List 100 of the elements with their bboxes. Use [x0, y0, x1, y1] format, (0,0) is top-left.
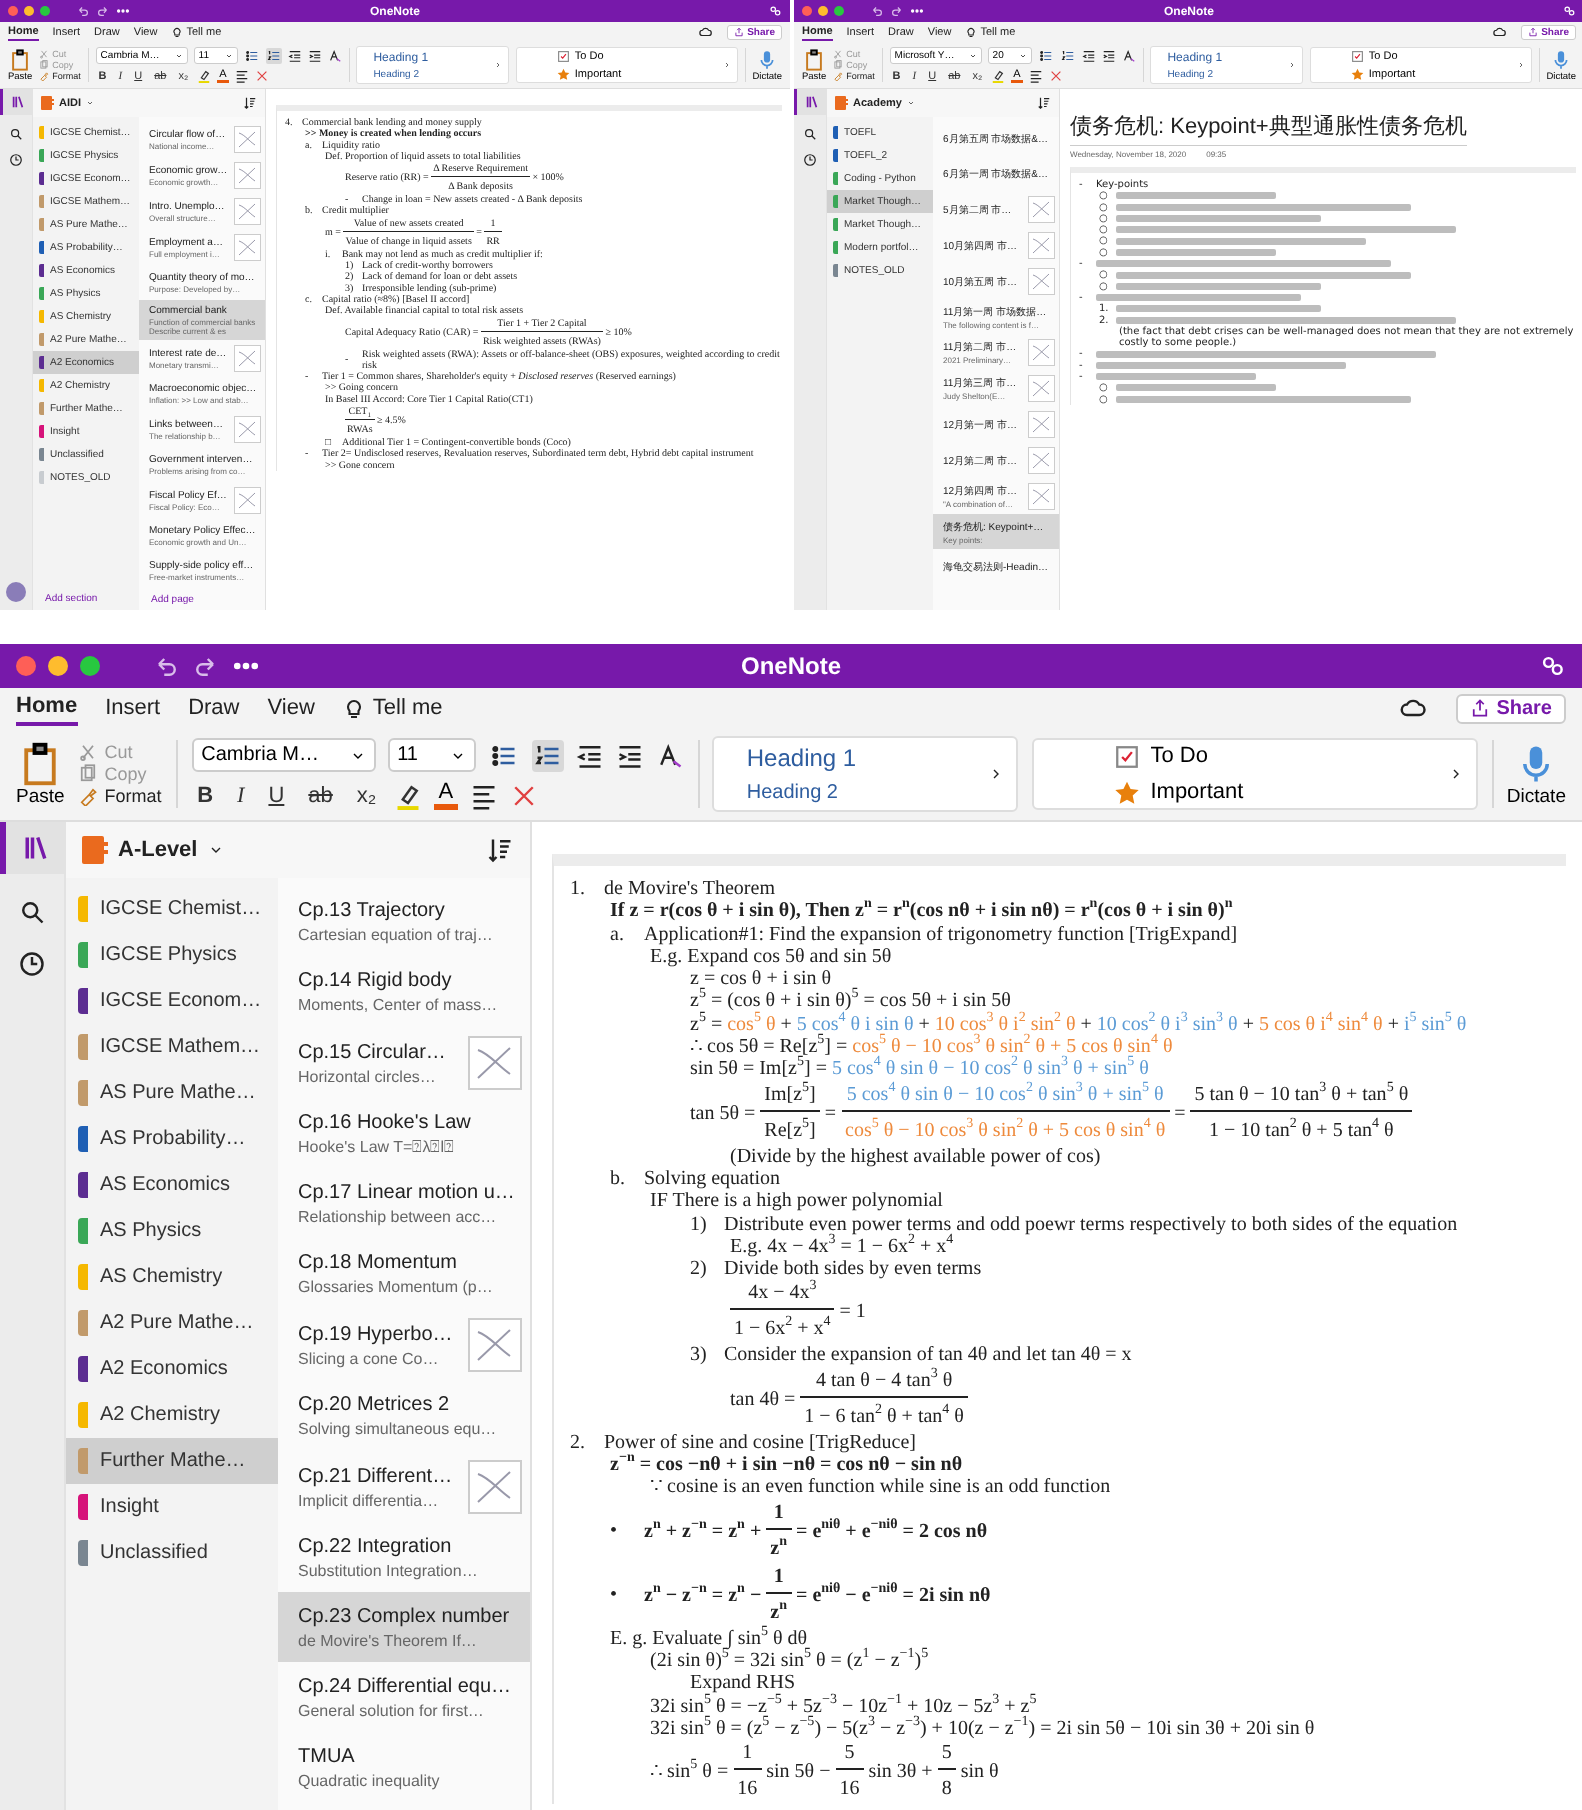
section-tab[interactable]: AS Probability…	[66, 1116, 278, 1162]
page-item[interactable]: Cp.13 Trajectory Cartesian equation of traj…	[278, 886, 530, 956]
equation: sin 5θ = Im[z$^{5}$] = 5 cos$^{4}$ θ sin θ − 10 cos$^{2}$ θ sin$^{3}$ θ + sin$^{5}$ θ	[690, 1058, 1149, 1081]
subscript-button[interactable]: x₂	[350, 784, 383, 808]
page-item[interactable]: Cp.17 Linear motion u… Relationship between acc…	[278, 1168, 530, 1238]
star-icon	[1114, 779, 1141, 805]
page-item[interactable]: Cp.18 Momentum Glossaries Momentum (p…	[278, 1238, 530, 1308]
dictate-button[interactable]: Dictate	[1506, 741, 1566, 807]
equation: If z = r(cos θ + i sin θ), Then z$^{n}$ = r$^{n}$(cos nθ + i sin nθ) = r$^{n}$(cos θ + i sin θ)$^{n}$	[610, 900, 1233, 924]
page-item[interactable]: Cp.24 Differential equ… General solution for first…	[278, 1662, 530, 1732]
page-title: Cp.15 Circular…	[298, 1041, 448, 1063]
outline-text: Solving equation	[644, 1167, 781, 1191]
page-preview: Hooke's Law T=⍰λ⍰l⍰	[298, 1137, 456, 1157]
section-tab[interactable]: IGCSE Chemist…	[66, 886, 278, 932]
share-button[interactable]: Share	[1456, 693, 1566, 723]
section-tab[interactable]: IGCSE Physics	[66, 932, 278, 978]
strikethrough-button[interactable]: ab	[302, 784, 339, 808]
zoom-button[interactable]	[833, 6, 843, 16]
avatar[interactable]	[6, 582, 26, 602]
close-button[interactable]	[801, 6, 811, 16]
menu-tab[interactable]: Insert	[105, 692, 161, 724]
page-title: Cp.23 Complex number	[298, 1606, 512, 1628]
section-tab[interactable]: AS Physics	[66, 1208, 278, 1254]
section-tab[interactable]: A2 Pure Mathe…	[66, 1300, 278, 1346]
star-icon	[1349, 67, 1363, 81]
list-marker: 1)	[690, 1213, 709, 1236]
menu-tab[interactable]: View	[267, 692, 315, 724]
tag-option[interactable]: To Do	[1114, 743, 1432, 769]
page-item[interactable]: Cp.16 Hooke's Law Hooke's Law T=⍰λ⍰l⍰	[278, 1098, 530, 1168]
page-preview: Cartesian equation of traj…	[298, 926, 495, 944]
paste-button[interactable]: Paste	[16, 741, 65, 807]
notebook-icon	[834, 96, 847, 110]
numbered-list-button[interactable]	[531, 739, 564, 771]
page-item[interactable]: Cp.21 Different… Implicit differentia…	[278, 1450, 530, 1522]
notebook-name[interactable]: A-Level	[118, 838, 198, 862]
section-tab[interactable]: AS Chemistry	[66, 1254, 278, 1300]
menu-tab[interactable]: Tell me	[342, 692, 443, 724]
equation: z$^{n}$ − z$^{−n}$ = z$^{n}$ − 1 z$^{n}$ = e$^{niθ}$ − e$^{−niθ}$ = 2i sin nθ	[644, 1563, 991, 1625]
equation: z = cos θ + i sin θ	[690, 968, 832, 991]
page-preview: Quadratic inequality	[298, 1772, 442, 1790]
notebooks-button[interactable]	[0, 89, 32, 115]
star-icon	[556, 67, 570, 81]
close-button[interactable]	[16, 656, 36, 676]
notebooks-button[interactable]	[0, 822, 64, 874]
bullet-list-icon	[489, 741, 518, 769]
page-preview: General solution for first…	[298, 1702, 486, 1720]
menu-tab[interactable]: Draw	[188, 692, 240, 724]
page-item[interactable]: Cp.22 Integration Substitution Integration…	[278, 1522, 530, 1592]
close-button[interactable]	[8, 6, 18, 16]
notebooks-icon	[10, 95, 25, 109]
section-tab[interactable]: Further Mathe…	[66, 1438, 278, 1484]
equation: z$^{n}$ + z$^{−n}$ = z$^{n}$ + 1 z$^{n}$ = e$^{niθ}$ + e$^{−niθ}$ = 2 cos nθ	[644, 1499, 988, 1564]
equation: z$^{5}$ = (cos θ + i sin θ)$^{5}$ = cos 5θ + i sin 5θ	[690, 990, 1011, 1013]
page-item[interactable]: Cp.15 Circular… Horizontal circles…	[278, 1026, 530, 1098]
checkbox-icon	[1114, 743, 1141, 769]
zoom-button[interactable]	[40, 6, 50, 16]
font-color-button[interactable]: A	[434, 782, 458, 810]
section-tab[interactable]: A2 Economics	[66, 1346, 278, 1392]
section-tab[interactable]: Unclassified	[66, 1530, 278, 1576]
page-item[interactable]: Cp.23 Complex number de Movire's Theorem If…	[278, 1592, 530, 1662]
outline-text: Power of sine and cosine [TrigReduce]	[604, 1431, 916, 1454]
format-painter-button[interactable]: Format	[78, 786, 162, 806]
microphone-icon	[757, 48, 778, 71]
section-tab[interactable]: IGCSE Econom…	[66, 978, 278, 1024]
minimize-button[interactable]	[24, 6, 34, 16]
microphone-icon	[1550, 48, 1571, 71]
section-tab[interactable]: AS Pure Mathe…	[66, 1070, 278, 1116]
page-title: TMUA	[298, 1746, 357, 1768]
search-icon	[18, 898, 46, 926]
font-dropdown[interactable]: Cambria M…	[191, 738, 376, 772]
section-tab[interactable]: A2 Chemistry	[66, 1392, 278, 1438]
font-size-dropdown[interactable]: 11	[387, 738, 476, 772]
page-title: Cp.20 Metrices 2	[298, 1394, 452, 1416]
notebooks-button[interactable]	[793, 89, 825, 115]
recent-icon	[18, 950, 46, 978]
equation: (2i sin θ)$^{5}$ = 32i sin$^{5}$ θ = (z$^{1}$ − z$^{−1}$)$^{5}$	[650, 1649, 929, 1673]
page-item[interactable]: Cp.19 Hyperbo… Slicing a cone Co…	[278, 1308, 530, 1380]
style-option[interactable]: Heading 1	[746, 744, 973, 772]
italic-button[interactable]: I	[231, 784, 251, 808]
page-item[interactable]: Cp.20 Metrices 2 Solving simultaneous equ…	[278, 1380, 530, 1450]
zoom-button[interactable]	[80, 656, 100, 676]
underline-button[interactable]: U	[262, 784, 291, 808]
section-tab[interactable]: IGCSE Mathem…	[66, 1024, 278, 1070]
page-preview: Relationship between acc…	[298, 1208, 499, 1226]
section-tab[interactable]: AS Economics	[66, 1162, 278, 1208]
window-title: OneNote	[740, 652, 841, 680]
numbered-list-button[interactable]	[265, 47, 282, 64]
outline-text: Expand RHS	[690, 1672, 795, 1695]
equation: z$^{−n}$ = cos −nθ + i sin −nθ = cos nθ − sin nθ	[610, 1454, 963, 1477]
style-option[interactable]: Heading 2	[746, 782, 973, 804]
section-tab[interactable]: Insight	[66, 1484, 278, 1530]
outline-text: (Divide by the highest available power of cos)	[730, 1145, 1101, 1168]
bold-button[interactable]: B	[191, 784, 220, 808]
page-item[interactable]: TMUA Quadratic inequality	[278, 1732, 530, 1802]
page-title: Cp.18 Momentum	[298, 1252, 459, 1274]
minimize-button[interactable]	[48, 656, 68, 676]
page-title: Cp.16 Hooke's Law	[298, 1111, 473, 1133]
page-item[interactable]: Cp.14 Rigid body Moments, Center of mass…	[278, 956, 530, 1026]
minimize-button[interactable]	[817, 6, 827, 16]
tag-option[interactable]: Important	[1114, 779, 1432, 805]
